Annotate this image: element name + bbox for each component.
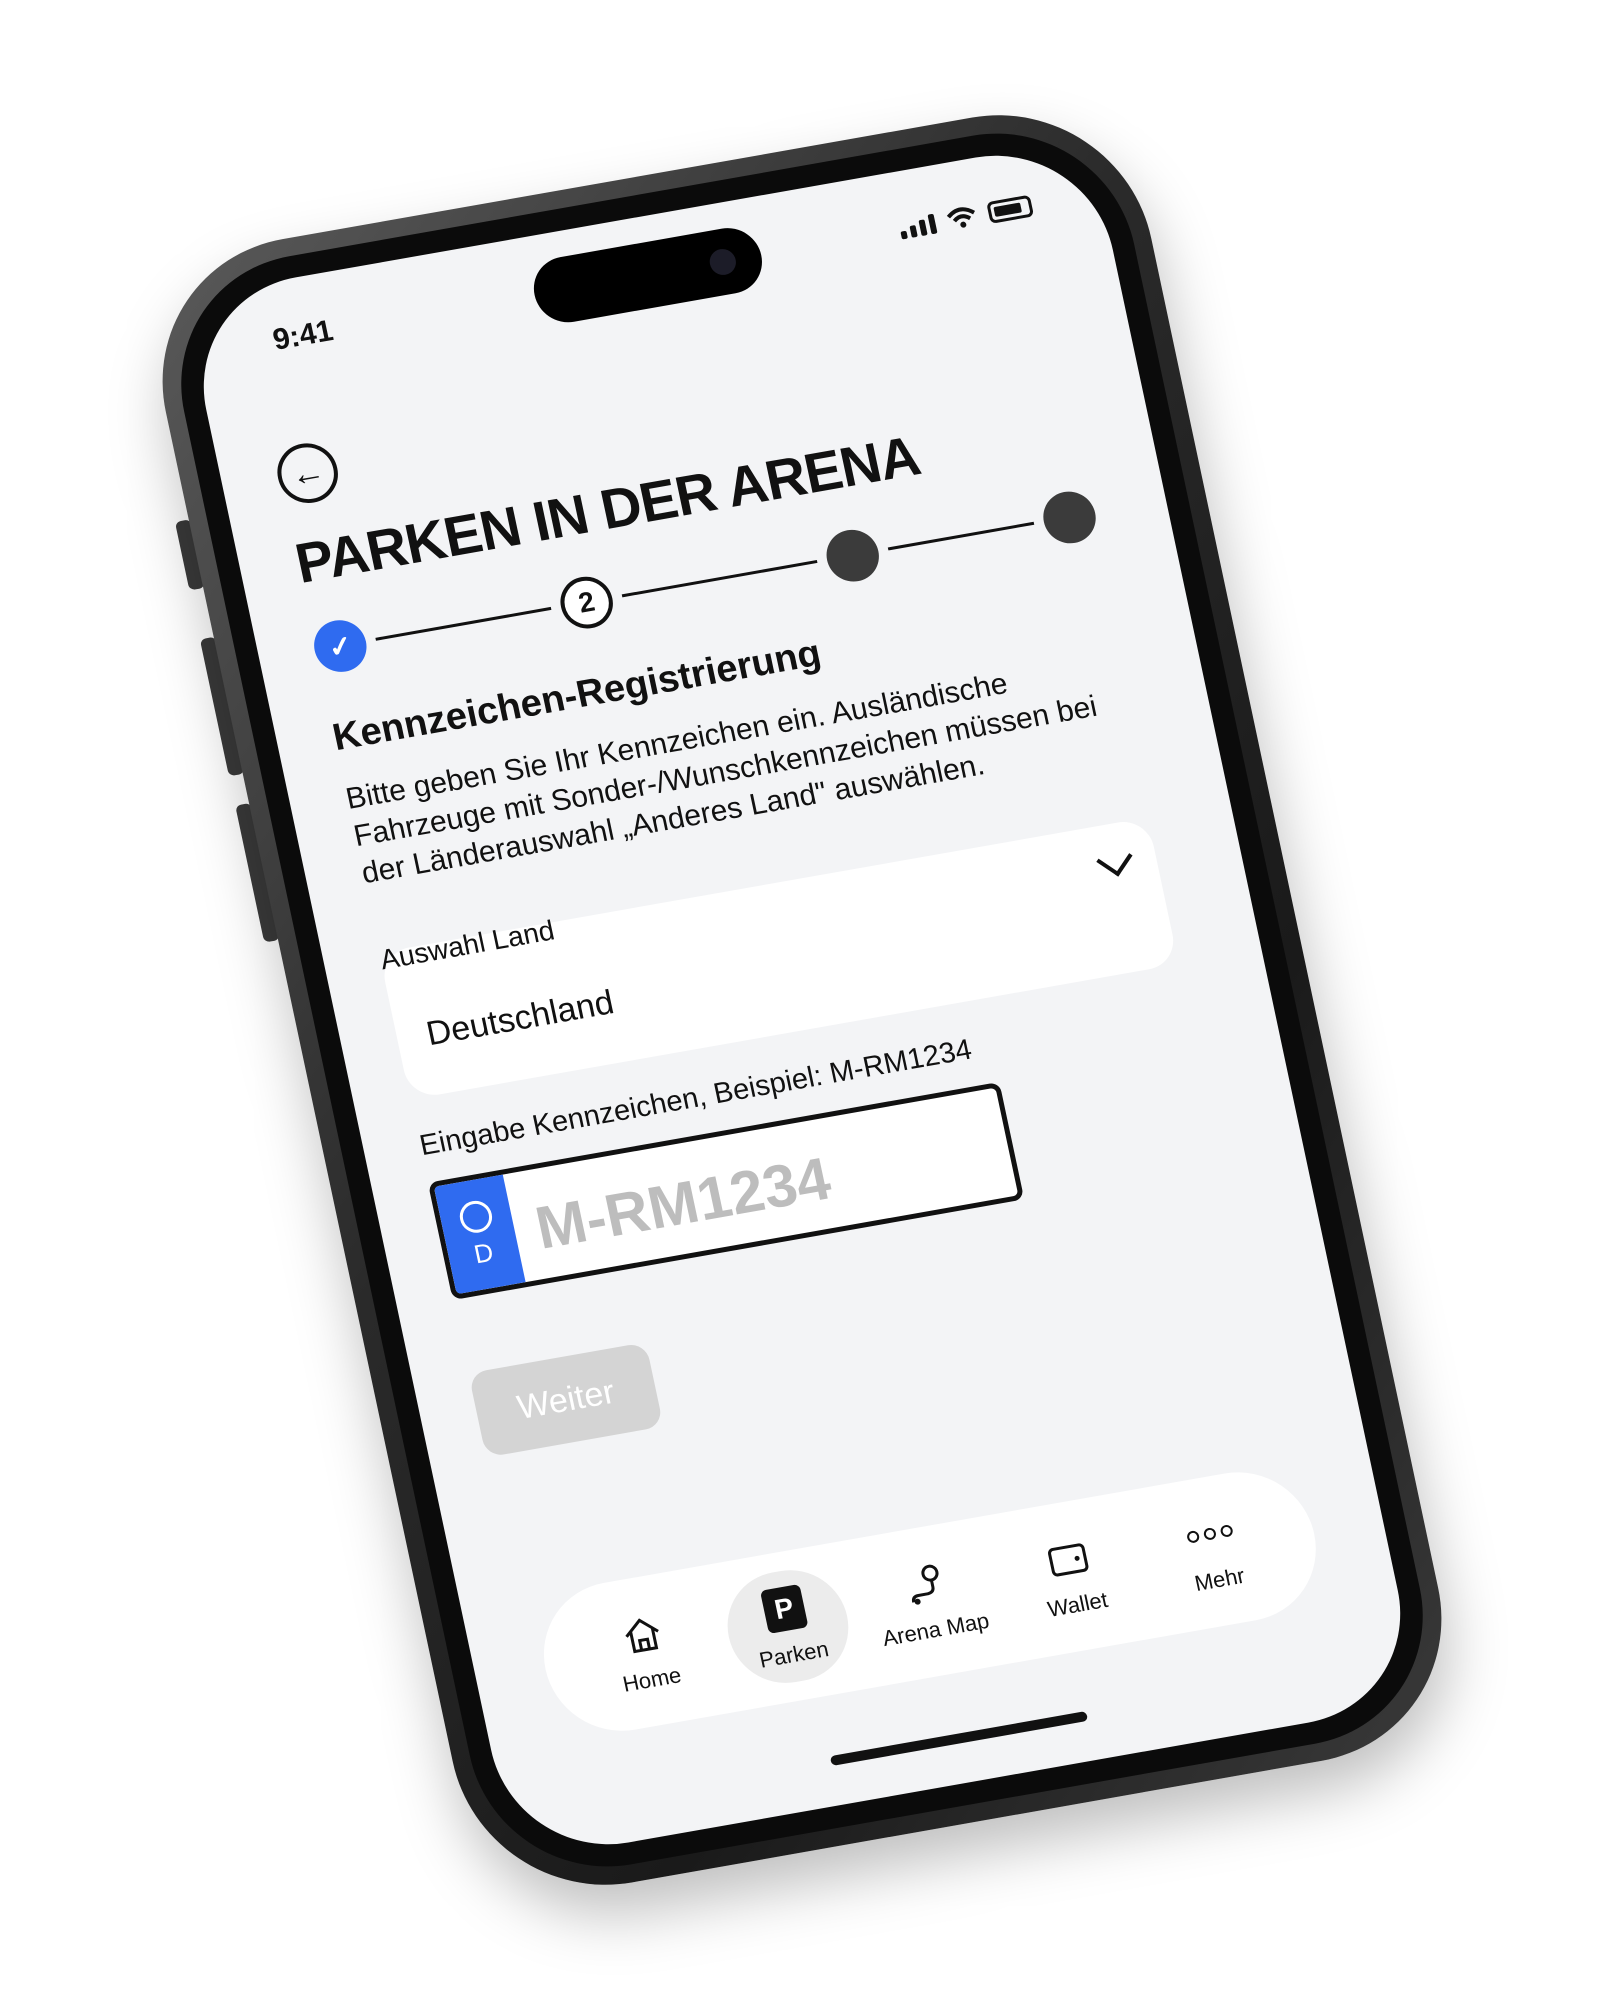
home-indicator [829, 1711, 1089, 1766]
step-1-complete: ✓ [309, 616, 372, 677]
eu-stars-icon [456, 1197, 495, 1235]
chevron-down-icon [1096, 840, 1133, 877]
status-time: 9:41 [269, 314, 336, 357]
tab-label: Mehr [1192, 1562, 1247, 1596]
wallet-icon [1039, 1531, 1096, 1586]
tab-label: Parken [756, 1636, 831, 1673]
step-2-current: 2 [555, 572, 618, 633]
country-code: D [471, 1236, 496, 1269]
country-select-label: Auswahl Land [377, 914, 558, 976]
battery-icon [986, 194, 1035, 224]
check-icon: ✓ [325, 628, 356, 664]
tab-parken[interactable]: P Parken [717, 1561, 859, 1692]
step-4-pending [1038, 487, 1101, 548]
stepper-line [621, 560, 818, 598]
next-button[interactable]: Weiter [468, 1342, 664, 1458]
tab-wallet[interactable]: Wallet [1001, 1511, 1143, 1641]
parking-icon: P [759, 1583, 809, 1634]
tab-label: Arena Map [880, 1607, 992, 1652]
tab-mehr[interactable]: Mehr [1143, 1486, 1285, 1616]
back-button[interactable]: ← [271, 438, 344, 508]
signal-icon [898, 213, 938, 240]
step-3-pending [821, 525, 884, 586]
stepper-line [887, 521, 1035, 551]
eu-band: D [433, 1174, 526, 1295]
wifi-icon [946, 207, 976, 228]
more-icon [1186, 1524, 1234, 1544]
stepper-line [375, 606, 552, 641]
tab-label: Home [620, 1662, 684, 1697]
tab-arena-map[interactable]: Arena Map [859, 1536, 1001, 1666]
status-icons [897, 194, 1035, 240]
tab-label: Wallet [1045, 1586, 1111, 1622]
bottom-tab-bar: Home P Parken Arena Map Wallet Mehr [529, 1460, 1330, 1743]
tab-home[interactable]: Home [575, 1586, 717, 1716]
app-screen: 9:41 ← PARKEN IN DER ARENA ✓ 2 Kennzeich… [182, 137, 1422, 1863]
map-pin-icon [897, 1556, 954, 1611]
country-select-value: Deutschland [423, 983, 618, 1054]
arrow-left-icon: ← [286, 451, 329, 495]
home-icon [614, 1606, 671, 1661]
phone-device: 9:41 ← PARKEN IN DER ARENA ✓ 2 Kennzeich… [134, 91, 1470, 1909]
